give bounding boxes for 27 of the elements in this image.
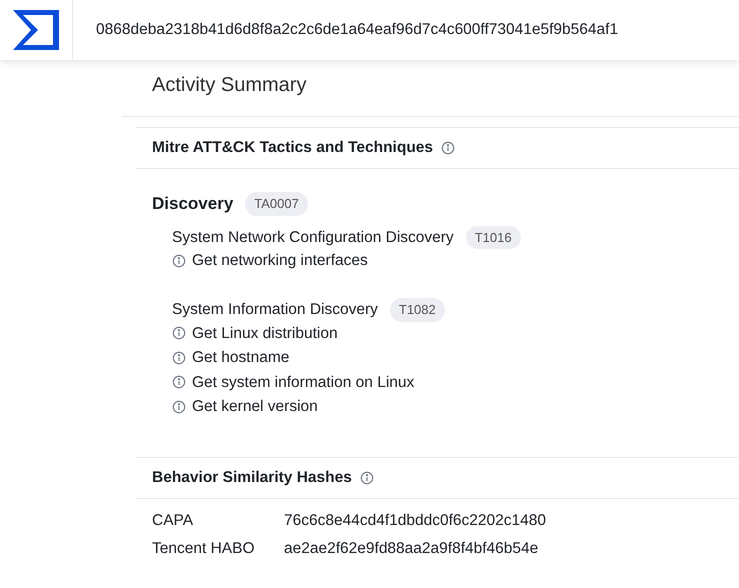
- behavior-text: Get system information on Linux: [192, 372, 414, 393]
- sigma-logo-icon[interactable]: [11, 8, 61, 52]
- behavior-text: Get kernel version: [192, 397, 318, 418]
- info-icon: [172, 400, 186, 414]
- behavior-text: Get hostname: [192, 348, 290, 368]
- hash-label: CAPA: [152, 511, 194, 532]
- technique-id-tag: T1082: [390, 298, 445, 322]
- technique-id-tag: T1016: [466, 226, 521, 250]
- technique-name: System Network Configuration Discovery: [172, 228, 454, 248]
- hash-label: Tencent HABO: [152, 539, 256, 560]
- info-icon: [172, 326, 186, 340]
- tactic-name: Discovery: [152, 193, 234, 215]
- info-icon: [441, 141, 456, 155]
- info-icon: [172, 375, 186, 390]
- file-hash: 0868deba2318b41d6d8f8a2c2c6de1a64eaf96d7c4c600ff73041e5f9b564af1: [96, 20, 618, 40]
- hash-value: 76c6c8e44cd4f1dbddc0f6c2202c1480: [284, 511, 546, 532]
- section-title: Activity Summary: [152, 73, 306, 98]
- behavior-text: Get Linux distribution: [192, 324, 338, 344]
- info-icon: [172, 254, 186, 268]
- behavior-text: Get networking interfaces: [192, 251, 368, 272]
- hash-value: ae2ae2f62e9fd88aa2a9f8f4bf46b54e: [284, 539, 538, 560]
- info-icon: [360, 471, 374, 485]
- info-icon: [172, 350, 186, 365]
- card-title: Mitre ATT&CK Tactics and Techniques: [152, 138, 434, 158]
- technique-name: System Information Discovery: [172, 300, 378, 320]
- card-title: Behavior Similarity Hashes: [152, 468, 352, 488]
- tactic-id-tag: TA0007: [245, 192, 308, 216]
